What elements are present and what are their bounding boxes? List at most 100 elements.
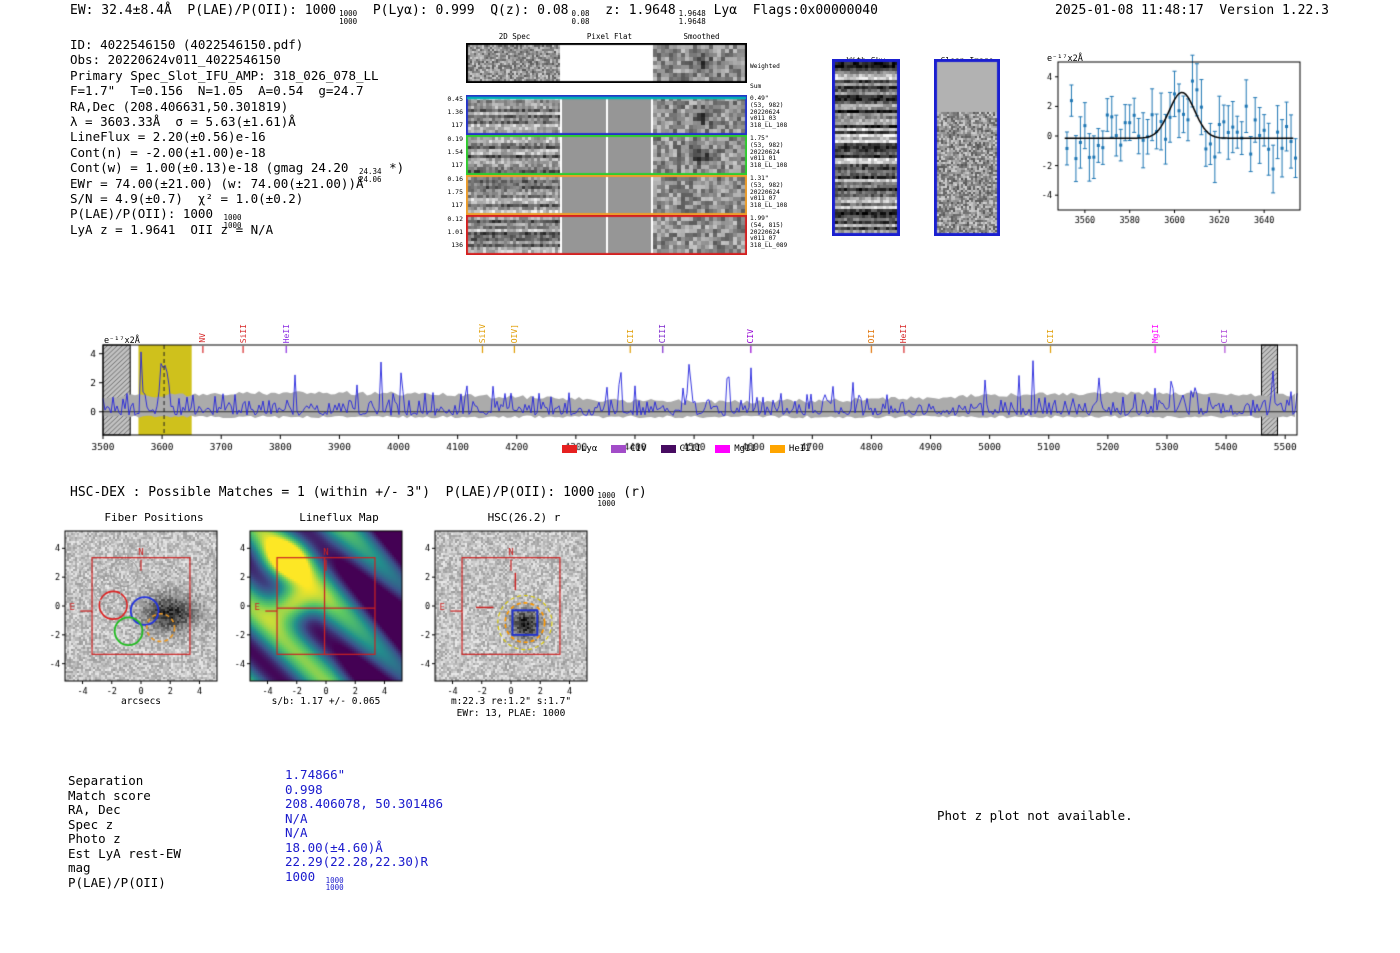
- fraction-bottom: 1000: [597, 498, 616, 508]
- legend-item: CIV: [611, 444, 647, 454]
- emission-line-marker: NV: [197, 300, 209, 343]
- table-row-value: 22.29(22.28,22.30)R: [285, 854, 428, 870]
- table-row-value: 0.998: [285, 782, 323, 798]
- info-line: EWr = 74.00(±21.00) (w: 74.00(±21.00))Å: [70, 176, 404, 191]
- info-line: S/N = 4.9(±0.7) χ² = 1.0(±0.2): [70, 191, 404, 206]
- table-row-label: RA, Dec: [68, 802, 121, 817]
- info-line: ID: 4022546150 (4022546150.pdf): [70, 37, 404, 52]
- table-row: RA, Dec 208.406078, 50.301486: [68, 796, 718, 818]
- legend-item: MgII: [715, 444, 756, 454]
- table-row: mag 22.29(22.28,22.30)R: [68, 854, 718, 876]
- legend-label: Lyα: [581, 444, 598, 454]
- tick-label: 1.54: [447, 148, 463, 157]
- table-row-value: 1.74866": [285, 767, 345, 783]
- text-segment: 22.29(22.28,22.30)R: [285, 854, 428, 869]
- text-segment: Lyα Flags:0x00000040: [705, 3, 878, 18]
- tick-label: 0.45: [447, 95, 463, 103]
- emission-line-marker: HeII: [280, 300, 292, 343]
- legend-swatch: [769, 445, 785, 453]
- text-segment: LineFlux = 2.20(±0.56)e-16: [70, 129, 266, 145]
- legend-item: HeII: [769, 444, 811, 454]
- fraction-bottom: 1000: [339, 16, 358, 26]
- info-line: P(LAE)/P(OII): 1000 1000 1000: [70, 206, 404, 229]
- table-row: Photo z N/A: [68, 825, 718, 847]
- legend-item: CIII: [660, 444, 701, 454]
- table-row-label: Est LyA rest-EW: [68, 845, 181, 861]
- text-segment: N/A: [285, 825, 308, 840]
- tick-label: 0.19: [447, 135, 463, 143]
- info-line: Primary Spec_Slot_IFU_AMP: 318_026_078_L…: [70, 68, 404, 83]
- spectrum-legend: Lyα CIV CIII MgII HeII: [562, 444, 811, 454]
- text-segment: RA,Dec (208.406631,50.301819): [70, 98, 289, 114]
- tick-label: 117: [451, 161, 463, 170]
- legend-label: MgII: [734, 444, 756, 454]
- 2d-spec-row-canvas: [466, 175, 747, 215]
- emission-line-label: OIV]: [509, 323, 519, 343]
- legend-swatch: [611, 445, 627, 453]
- spectrum-unit-label: e⁻¹⁷x2Å: [104, 336, 140, 346]
- 2d-row-left-ticks: 0.16 1.75 117: [436, 173, 463, 213]
- stacked-fraction: 1.9648 1.9648: [679, 10, 706, 25]
- text-segment: z: 1.9648: [589, 3, 676, 18]
- text-segment: *): [381, 160, 405, 176]
- info-line: F=1.7" T=0.156 N=1.05 A=0.54 g=24.7: [70, 83, 404, 98]
- table-row-value: N/A: [285, 825, 308, 841]
- emission-line-label: CII: [1220, 328, 1230, 343]
- table-row-label: Photo z: [68, 831, 121, 846]
- annotation-line: 318_LL_108: [750, 202, 788, 210]
- stacked-fraction: 1000 1000: [597, 492, 615, 507]
- text-segment: EW: 32.4±8.4Å P(LAE)/P(OII): 1000: [70, 3, 337, 18]
- text-segment: Cont(n) = -2.00(±1.00)e-18: [70, 144, 266, 160]
- 2d-row-annotation: 0.49" (53, 982) 20220624 v011_03 318_LL_108: [750, 95, 788, 130]
- hsc-match-header: HSC-DEX : Possible Matches = 1 (within +…: [70, 485, 647, 507]
- emission-line-label: OII: [866, 328, 876, 343]
- emission-line-marker: CIII: [657, 300, 669, 343]
- info-line: Cont(n) = -2.00(±1.00)e-18: [70, 145, 404, 160]
- fraction-bottom: 1000: [325, 883, 344, 892]
- 2d-row-left-ticks: 0.12 1.01 136: [436, 213, 463, 253]
- tick-label: 0.12: [447, 215, 463, 223]
- stacked-fraction: 0.08 0.08: [572, 10, 590, 25]
- emission-line-label: SiII: [238, 323, 248, 343]
- legend-swatch: [715, 445, 731, 453]
- legend-swatch: [660, 445, 676, 453]
- text-segment: 208.406078, 50.301486: [285, 796, 444, 811]
- text-segment: ID: 4022546150 (4022546150.pdf): [70, 37, 304, 52]
- line-fit-chart: [1028, 45, 1313, 241]
- photz-note: Phot z plot not available.: [937, 808, 1133, 823]
- 2d-row-left-ticks: 0.45 1.36 117: [436, 93, 463, 133]
- table-row-label: mag: [68, 860, 91, 875]
- text-segment: N/A: [285, 810, 308, 826]
- emission-line-label: CIII: [658, 323, 668, 343]
- emission-line-label: SiIV: [477, 323, 487, 343]
- tick-label: 117: [451, 121, 463, 130]
- info-line: Cont(w) = 1.00(±0.13)e-18 (gmag 24.20 24…: [70, 160, 405, 183]
- emission-line-marker: SiIV: [476, 300, 488, 343]
- fraction-bottom: 1.9648: [678, 16, 706, 26]
- col-title-2d-spec: 2D Spec: [498, 32, 531, 41]
- table-row-label: P(LAE)/P(OII): [68, 874, 166, 890]
- col-title-pixel-flat: Pixel Flat: [586, 32, 633, 41]
- hsc-xlabel2: EWr: 13, PLAE: 1000: [456, 708, 566, 719]
- table-row-value: N/A: [285, 810, 308, 827]
- emission-line-marker: OII: [865, 300, 877, 343]
- emission-line-label: HeII: [281, 323, 291, 343]
- info-line: Obs: 20220624v011_4022546150: [70, 52, 404, 67]
- 2d-spec-row-canvas: [466, 215, 747, 255]
- lineflux-xlabel: s/b: 1.17 +/- 0.065: [271, 696, 381, 707]
- text-segment: Obs: 20220624v011_4022546150: [70, 52, 281, 68]
- text-segment: (r): [615, 485, 647, 500]
- emission-line-marker: SiII: [237, 300, 249, 343]
- tick-label: 1.75: [447, 188, 463, 197]
- col-title-smoothed: Smoothed: [683, 32, 720, 41]
- clean-image: [934, 59, 1000, 236]
- text-segment: S/N = 4.9(±0.7) χ² = 1.0(±0.2): [70, 190, 304, 206]
- annotation-line: 318_LL_108: [750, 122, 788, 130]
- table-row: Separation 1.74866": [68, 767, 718, 789]
- tick-label: 1.36: [447, 108, 463, 117]
- text-segment: EWr = 74.00(±21.00) (w: 74.00(±21.00))Å: [70, 175, 364, 191]
- emission-line-label: CII: [625, 328, 635, 343]
- text-segment: F=1.7" T=0.156 N=1.05 A=0.54 g=24.7: [70, 83, 364, 99]
- info-line: LyA z = 1.9641 OII z = N/A: [70, 222, 404, 237]
- hsc-xlabel: m:22.3 re:1.2" s:1.7": [450, 696, 572, 707]
